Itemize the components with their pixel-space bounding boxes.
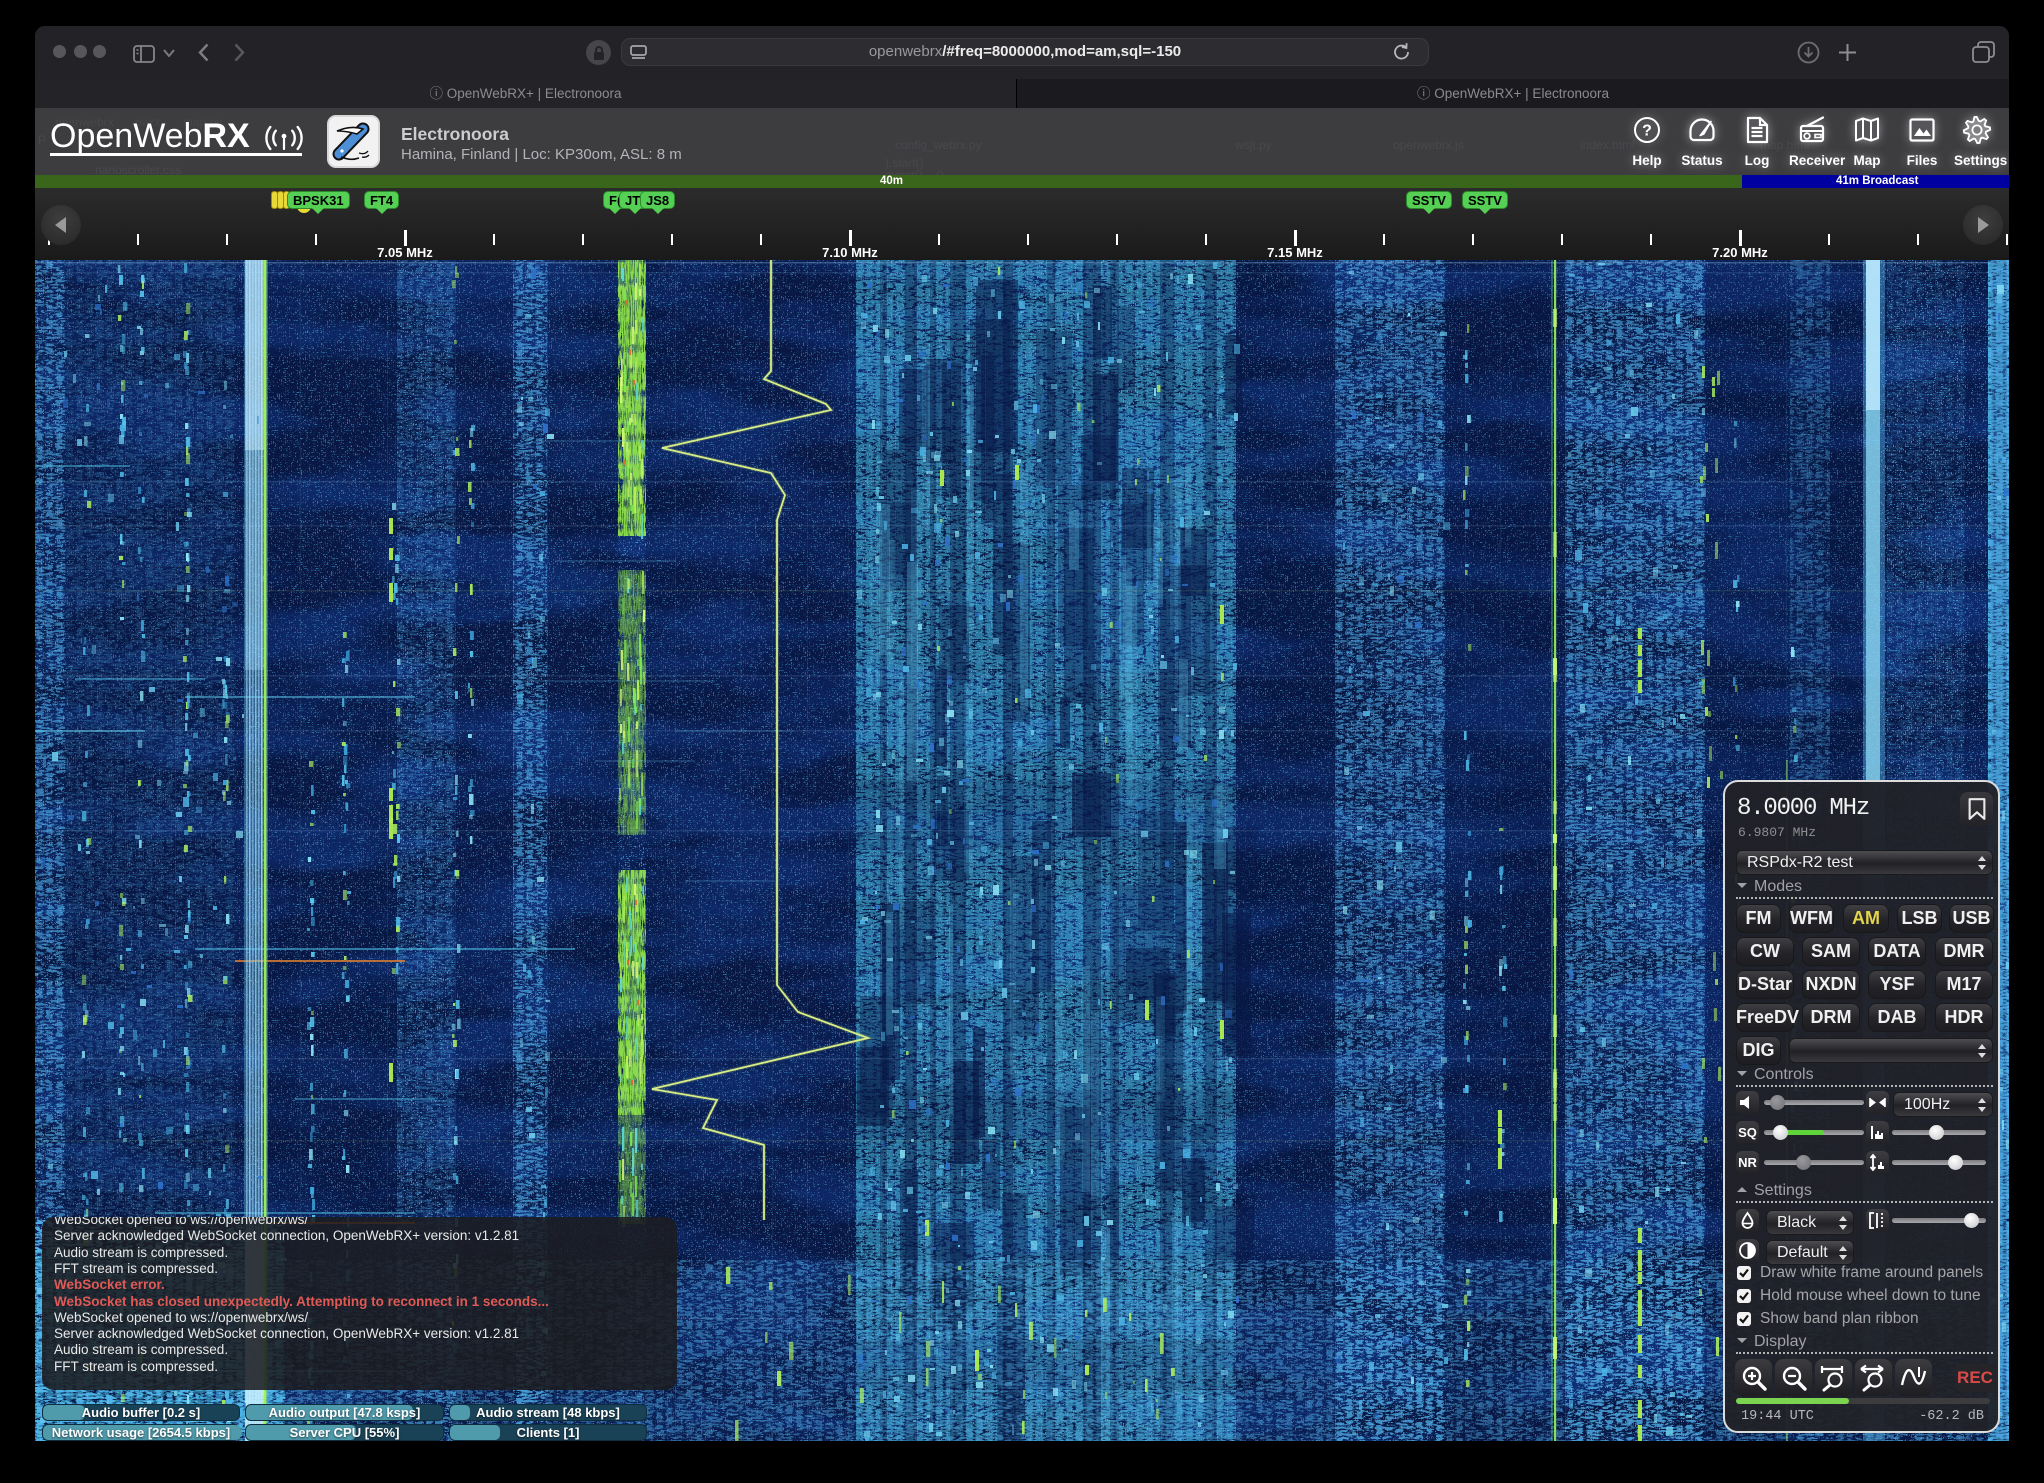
svg-text:?: ? — [1642, 123, 1652, 140]
